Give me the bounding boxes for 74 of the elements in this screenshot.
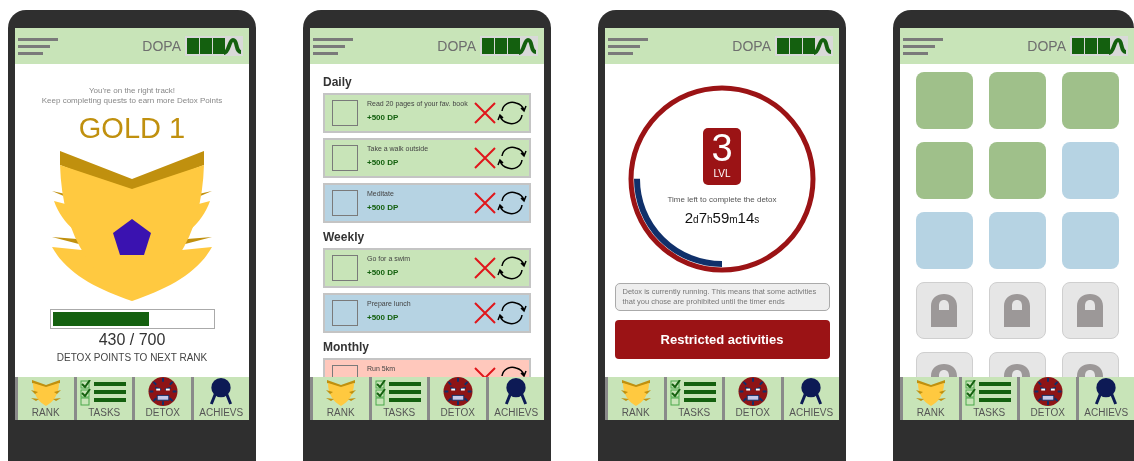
- refresh-icon[interactable]: [497, 145, 527, 171]
- task-points: +500 DP: [367, 203, 400, 212]
- task-points: +500 DP: [367, 313, 400, 322]
- close-icon[interactable]: [473, 256, 497, 280]
- close-icon[interactable]: [473, 101, 497, 125]
- task-checkbox[interactable]: [332, 100, 358, 126]
- refresh-icon[interactable]: [497, 255, 527, 281]
- chevron-badge-icon: [325, 379, 356, 406]
- lock-icon: [1004, 294, 1030, 327]
- menu-icon[interactable]: [313, 37, 353, 55]
- medal-icon: [208, 377, 235, 406]
- progress-caption: DETOX POINTS TO NEXT RANK: [56, 352, 208, 363]
- section-heading: Weekly: [323, 230, 366, 244]
- achievement-tile[interactable]: [1061, 142, 1119, 199]
- level-number: 3: [711, 128, 733, 168]
- task-points: +500 DP: [367, 158, 400, 167]
- task-points: +500 DP: [367, 113, 400, 122]
- section-heading: Monthly: [323, 340, 370, 354]
- menu-icon[interactable]: [18, 37, 58, 55]
- achievement-tile[interactable]: [915, 142, 973, 199]
- clock-face-icon: [737, 377, 768, 406]
- clock-face-icon: [147, 377, 178, 406]
- clock-face-icon: [1032, 377, 1063, 406]
- checklist-icon: [375, 380, 424, 406]
- locked-achievement-tile[interactable]: [1061, 282, 1119, 339]
- message-text: Keep completing quests to earn more Detox Points: [41, 96, 223, 106]
- locked-achievement-tile[interactable]: [988, 282, 1046, 339]
- lock-icon: [931, 294, 957, 327]
- medal-icon: [798, 377, 825, 406]
- achievement-tile[interactable]: [1061, 212, 1119, 269]
- menu-icon[interactable]: [903, 37, 943, 55]
- achievement-tile[interactable]: [1061, 72, 1119, 129]
- achievement-tile[interactable]: [915, 72, 973, 129]
- restricted-activities-button[interactable]: Restricted activities: [614, 320, 830, 359]
- level-label: LVL: [713, 168, 731, 179]
- task-checkbox[interactable]: [332, 145, 358, 171]
- achievement-tile[interactable]: [915, 212, 973, 269]
- app-name: DOPA: [437, 38, 476, 54]
- checklist-icon: [80, 380, 129, 406]
- rank-badge-icon: [52, 149, 212, 301]
- logo-icon: [775, 36, 833, 56]
- checklist-icon: [965, 380, 1014, 406]
- menu-icon[interactable]: [608, 37, 648, 55]
- app-name: DOPA: [1027, 38, 1066, 54]
- task-points: +500 DP: [367, 268, 400, 277]
- message-text: You're on the right track!: [88, 86, 176, 96]
- logo-icon: [480, 36, 538, 56]
- refresh-icon[interactable]: [497, 100, 527, 126]
- chevron-badge-icon: [30, 379, 61, 406]
- locked-achievement-tile[interactable]: [915, 282, 973, 339]
- checklist-icon: [670, 380, 719, 406]
- logo-icon: [1070, 36, 1128, 56]
- refresh-icon[interactable]: [497, 190, 527, 216]
- lock-icon: [1077, 294, 1103, 327]
- achievement-tile[interactable]: [988, 212, 1046, 269]
- medal-icon: [503, 377, 530, 406]
- medal-icon: [1093, 377, 1120, 406]
- achievement-tile[interactable]: [988, 72, 1046, 129]
- task-checkbox[interactable]: [332, 190, 358, 216]
- rank-title: GOLD 1: [78, 112, 186, 145]
- points-reading: 430 / 700: [98, 331, 166, 349]
- app-name: DOPA: [142, 38, 181, 54]
- achievement-tile[interactable]: [988, 142, 1046, 199]
- clock-face-icon: [442, 377, 473, 406]
- timer-caption: Time left to complete the detox: [667, 195, 777, 204]
- app-name: DOPA: [732, 38, 771, 54]
- refresh-icon[interactable]: [497, 300, 527, 326]
- task-checkbox[interactable]: [332, 300, 358, 326]
- task-checkbox[interactable]: [332, 255, 358, 281]
- chevron-badge-icon: [915, 379, 946, 406]
- logo-icon: [185, 36, 243, 56]
- section-heading: Daily: [323, 75, 353, 89]
- close-icon[interactable]: [473, 146, 497, 170]
- chevron-badge-icon: [620, 379, 651, 406]
